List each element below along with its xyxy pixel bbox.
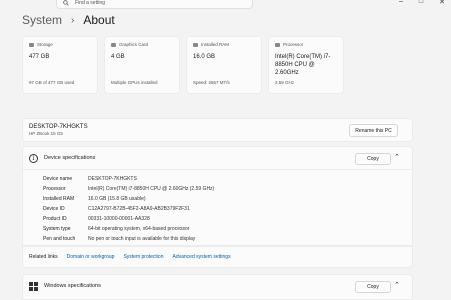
card-sub: Speed: 2667 MT/s — [193, 80, 230, 85]
spec-value: Intel(R) Core(TM) i7-8850H CPU @ 2.60GHz… — [88, 186, 215, 192]
device-specs-header[interactable]: i Device specifications Copy ⌃ — [22, 146, 413, 170]
device-specs-body: Device name DESKTOP-7KHGKTS Processor Inte… — [22, 170, 413, 246]
rename-pc-button[interactable]: Rename this PC — [349, 124, 398, 137]
breadcrumb-system[interactable]: System — [22, 13, 62, 27]
card-value: 477 GB — [29, 54, 50, 60]
spec-value: C12A2797-B72B-45F2-A8A9-AB2B379F2F31 — [88, 206, 190, 212]
gpu-icon — [111, 42, 116, 47]
search-input[interactable]: Find a setting — [56, 0, 253, 9]
spec-value: 00331-10000-00001-AA328 — [88, 216, 150, 222]
card-label: Storage — [37, 42, 53, 47]
spec-row: Installed RAM 16.0 GB (15.8 GB usable) — [43, 194, 214, 204]
spec-key: Product ID — [43, 216, 67, 222]
spec-value: 16.0 GB (15.8 GB usable) — [88, 196, 146, 202]
copy-windows-specs-button[interactable]: Copy — [355, 281, 391, 293]
spec-row: Pen and touch No pen or touch input is av… — [43, 234, 214, 244]
spec-row: Product ID 00331-10000-00001-AA328 — [43, 214, 214, 224]
card-label: Installed RAM — [201, 42, 230, 47]
spec-row: System type 64-bit operating system, x64-… — [43, 224, 214, 234]
card-label: Processor — [283, 42, 304, 47]
card-sub: 2.59 GHz — [275, 80, 295, 85]
spec-row: Device name DESKTOP-7KHGKTS — [43, 174, 214, 184]
card-sub: Multiple GPUs installed — [111, 80, 158, 85]
card-sub: 97 GB of 477 GB used — [29, 80, 75, 85]
page-title: About — [83, 13, 115, 27]
related-links-title: Related links — [29, 254, 58, 260]
maximize-icon[interactable]: □ — [419, 0, 423, 6]
chevron-up-icon[interactable]: ⌃ — [394, 153, 400, 161]
spec-key: Device ID — [43, 206, 65, 212]
card-value: 4 GB — [111, 54, 125, 60]
graphics-card[interactable]: Graphics Card 4 GB Multiple GPUs install… — [104, 36, 180, 94]
chevron-up-icon[interactable]: ⌃ — [394, 281, 400, 289]
device-model: HP ZBook 15 G5 — [29, 131, 63, 136]
device-name-panel: DESKTOP-7KHGKTS HP ZBook 15 G5 Rename th… — [22, 118, 413, 142]
card-label: Graphics Card — [119, 42, 149, 47]
breadcrumb: System › About — [22, 13, 115, 27]
card-value: 16.0 GB — [193, 54, 216, 60]
device-name: DESKTOP-7KHGKTS — [29, 124, 88, 130]
ram-icon — [193, 42, 198, 47]
spec-table: Device name DESKTOP-7KHGKTS Processor Inte… — [43, 174, 214, 244]
spec-value: 64-bit operating system, x64-based proce… — [88, 226, 190, 232]
ram-card[interactable]: Installed RAM 16.0 GB Speed: 2667 MT/s — [186, 36, 262, 94]
storage-card[interactable]: Storage 477 GB 97 GB of 477 GB used — [22, 36, 98, 94]
spec-value: DESKTOP-7KHGKTS — [88, 176, 137, 182]
related-links: Related links Domain or workgroup System… — [22, 246, 413, 268]
copy-device-specs-button[interactable]: Copy — [355, 153, 391, 165]
spec-key: Installed RAM — [43, 196, 75, 202]
windows-logo-icon — [29, 282, 38, 291]
info-icon: i — [29, 154, 38, 163]
system-protection-link[interactable]: System protection — [123, 254, 163, 260]
domain-workgroup-link[interactable]: Domain or workgroup — [67, 254, 115, 260]
card-value: Intel(R) Core(TM) i7-8850H CPU @ 2.60GHz — [275, 54, 331, 76]
cpu-icon — [275, 42, 280, 47]
window-controls: – □ ✕ — [399, 0, 445, 6]
processor-card[interactable]: Processor Intel(R) Core(TM) i7-8850H CPU… — [268, 36, 344, 94]
close-icon[interactable]: ✕ — [439, 0, 445, 6]
spec-cards: Storage 477 GB 97 GB of 477 GB used Grap… — [22, 36, 344, 94]
search-placeholder: Find a setting — [75, 0, 106, 6]
windows-specs-header[interactable]: Windows specifications Copy ⌃ — [22, 274, 413, 300]
minimize-icon[interactable]: – — [399, 0, 403, 6]
windows-specs-title: Windows specifications — [44, 283, 101, 289]
spec-key: System type — [43, 226, 71, 232]
spec-row: Device ID C12A2797-B72B-45F2-A8A9-AB2B379… — [43, 204, 214, 214]
spec-value: No pen or touch input is available for t… — [88, 236, 196, 242]
search-icon — [63, 0, 69, 6]
spec-key: Processor — [43, 186, 66, 192]
spec-key: Pen and touch — [43, 236, 76, 242]
chevron-right-icon: › — [71, 14, 75, 26]
device-specs-title: Device specifications — [44, 155, 96, 161]
advanced-system-settings-link[interactable]: Advanced system settings — [172, 254, 230, 260]
spec-key: Device name — [43, 176, 73, 182]
storage-icon — [29, 42, 34, 47]
spec-row: Processor Intel(R) Core(TM) i7-8850H CPU … — [43, 184, 214, 194]
